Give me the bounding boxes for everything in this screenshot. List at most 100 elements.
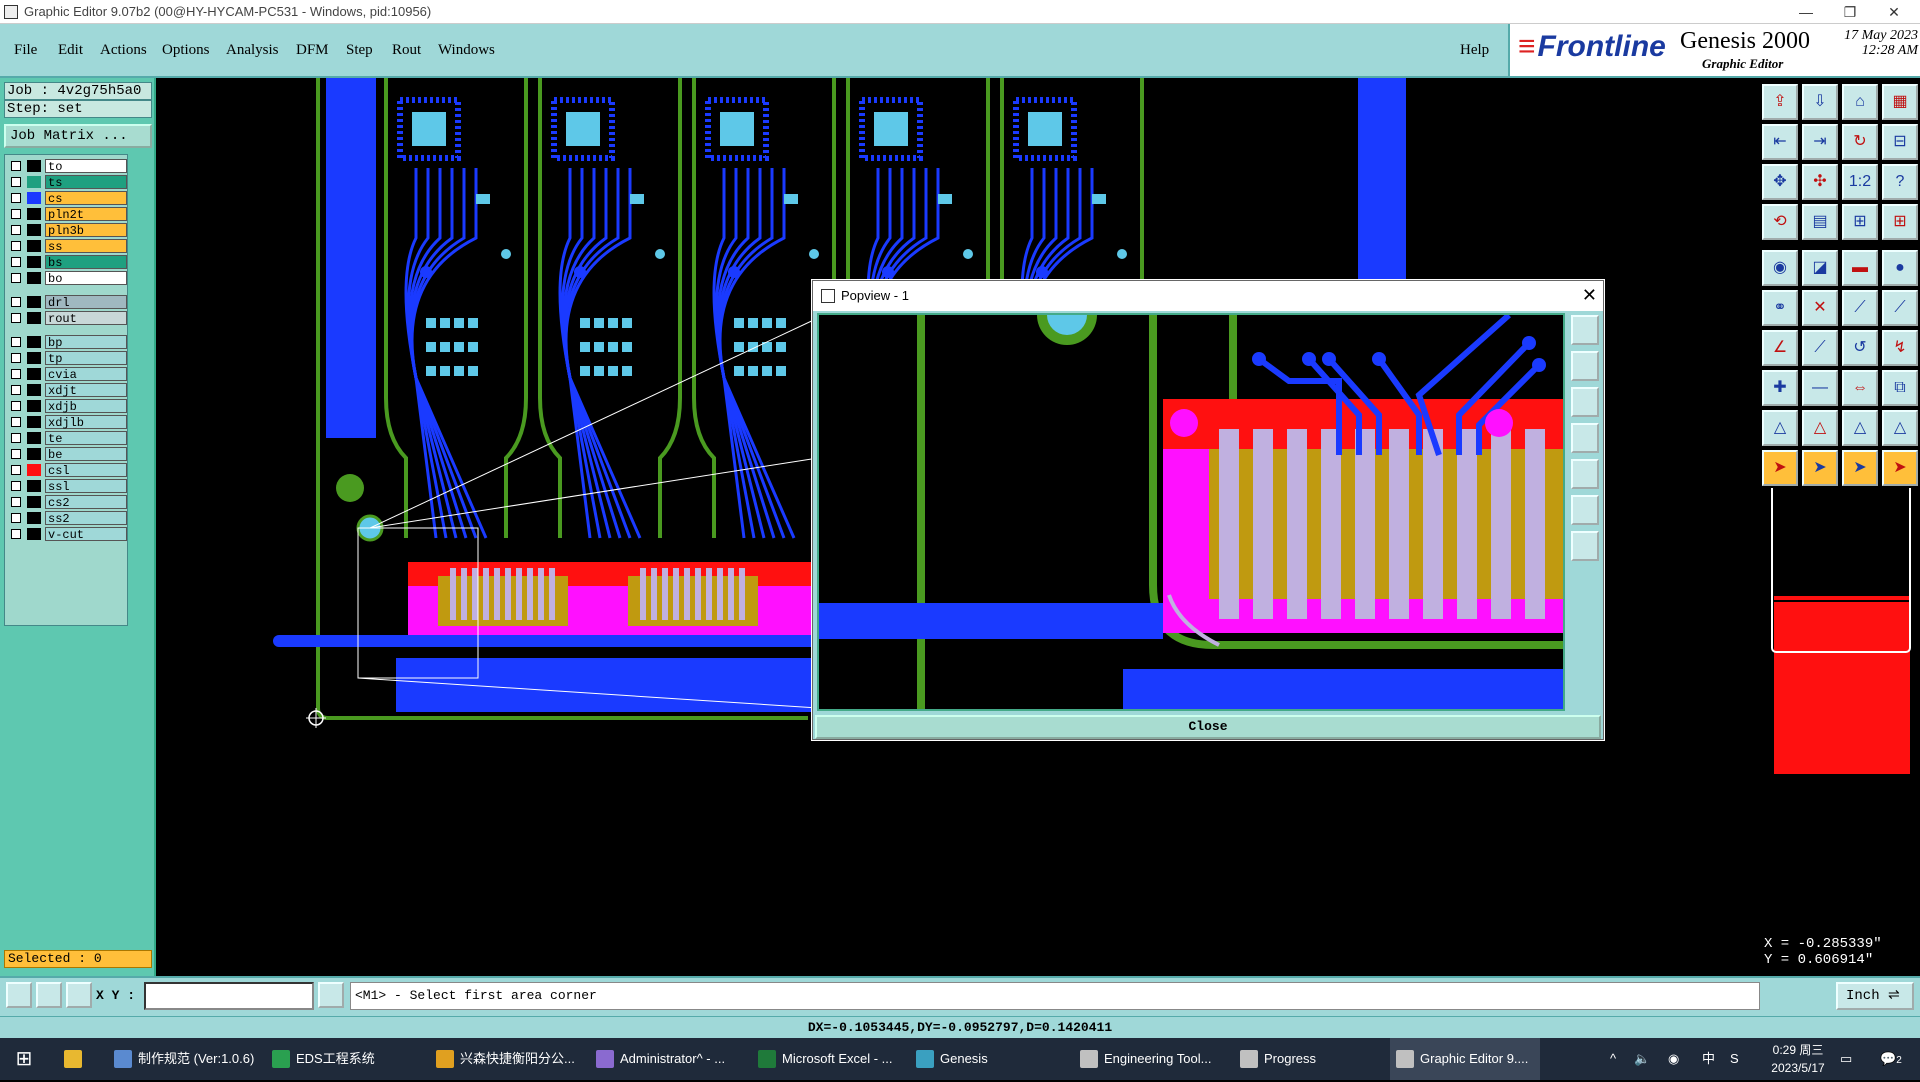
overview-map[interactable] — [1760, 479, 1920, 928]
tray-chevron-icon[interactable]: ^ — [1610, 1038, 1616, 1080]
tray-app-icon[interactable]: ◉ — [1668, 1038, 1679, 1080]
layer-name[interactable]: cvia — [45, 367, 127, 382]
layer-name[interactable]: ss — [45, 239, 127, 254]
split-view-icon[interactable]: ▦ — [1882, 84, 1918, 120]
menu-windows[interactable]: Windows — [438, 42, 495, 59]
taskbar-item[interactable]: Administrator^ - ... — [590, 1038, 744, 1080]
layer-color-swatch[interactable] — [27, 448, 41, 460]
layer-name[interactable]: csl — [45, 463, 127, 478]
layer-color-swatch[interactable] — [27, 256, 41, 268]
step-up-icon[interactable]: ⇪ — [1762, 84, 1798, 120]
layer-name[interactable]: bs — [45, 255, 127, 270]
line-red-icon[interactable]: ⟋ — [1842, 290, 1878, 326]
layer-row[interactable]: pln2t — [9, 207, 127, 222]
layer-row[interactable]: to — [9, 159, 127, 174]
triangle-4-icon[interactable]: △ — [1882, 410, 1918, 446]
layer-checkbox[interactable] — [11, 241, 21, 251]
volume-icon[interactable]: 🔈 — [1634, 1038, 1650, 1080]
layer-checkbox[interactable] — [11, 513, 21, 523]
cross-icon[interactable]: ✕ — [1802, 290, 1838, 326]
layer-checkbox[interactable] — [11, 369, 21, 379]
layer-checkbox[interactable] — [11, 297, 21, 307]
layer-name[interactable]: pln3b — [45, 223, 127, 238]
zoom-next-icon[interactable]: ⇥ — [1802, 124, 1838, 160]
grid-icon[interactable]: ▤ — [1802, 204, 1838, 240]
layer-row[interactable]: bo — [9, 271, 127, 286]
fill-circle-icon[interactable]: ● — [1882, 250, 1918, 286]
layer-color-swatch[interactable] — [27, 496, 41, 508]
pointer-3-icon[interactable]: ➤ — [1842, 450, 1878, 486]
copy-icon[interactable]: ⧉ — [1882, 370, 1918, 406]
layer-checkbox[interactable] — [11, 497, 21, 507]
layout-icon[interactable]: ⊟ — [1882, 124, 1918, 160]
layer-row[interactable]: te — [9, 431, 127, 446]
layer-row[interactable]: cs — [9, 191, 127, 206]
layer-color-swatch[interactable] — [27, 160, 41, 172]
start-icon[interactable]: ⊞ — [0, 1038, 48, 1080]
system-clock[interactable]: 0:29 周三 2023/5/17 — [1758, 1041, 1838, 1077]
menu-actions[interactable]: Actions — [100, 42, 147, 59]
layer-name[interactable]: drl — [45, 295, 127, 310]
layer-row[interactable]: rout — [9, 311, 127, 326]
sogou-icon[interactable]: S — [1730, 1038, 1739, 1080]
layer-checkbox[interactable] — [11, 465, 21, 475]
units-toggle[interactable]: Inch ⇌ — [1836, 982, 1914, 1010]
layer-color-swatch[interactable] — [27, 464, 41, 476]
file-explorer-icon[interactable] — [56, 1038, 96, 1080]
pad-add-icon[interactable]: ✚ — [1762, 370, 1798, 406]
layer-color-swatch[interactable] — [27, 208, 41, 220]
layer-name[interactable]: ssl — [45, 479, 127, 494]
diag-icon[interactable]: ⟋ — [1802, 330, 1838, 366]
layer-checkbox[interactable] — [11, 337, 21, 347]
menu-analysis[interactable]: Analysis — [226, 42, 279, 59]
arc-icon[interactable]: ↺ — [1842, 330, 1878, 366]
layer-checkbox[interactable] — [11, 449, 21, 459]
pointer-2-icon[interactable]: ➤ — [1802, 450, 1838, 486]
popview-pan-left-button[interactable] — [1571, 423, 1599, 453]
layer-name[interactable]: be — [45, 447, 127, 462]
query-icon[interactable]: ? — [1882, 164, 1918, 200]
taskbar-item[interactable]: Progress — [1234, 1038, 1382, 1080]
zoom-fit-icon[interactable]: ✥ — [1762, 164, 1798, 200]
layer-name[interactable]: xdjb — [45, 399, 127, 414]
menu-step[interactable]: Step — [346, 42, 373, 59]
xy-input[interactable] — [144, 982, 314, 1010]
layer-row[interactable]: cs2 — [9, 495, 127, 510]
layer-checkbox[interactable] — [11, 209, 21, 219]
layer-checkbox[interactable] — [11, 161, 21, 171]
layer-color-swatch[interactable] — [27, 432, 41, 444]
layer-checkbox[interactable] — [11, 225, 21, 235]
menu-help[interactable]: Help — [1460, 42, 1489, 59]
popview-close-button[interactable]: Close — [815, 715, 1601, 739]
layer-checkbox[interactable] — [11, 273, 21, 283]
delete-line-icon[interactable]: — — [1802, 370, 1838, 406]
pointer-4-icon[interactable]: ➤ — [1882, 450, 1918, 486]
layer-color-swatch[interactable] — [27, 480, 41, 492]
popview-pan-up-button[interactable] — [1571, 351, 1599, 381]
graphic-canvas[interactable]: Popview - 1 ✕ Close — [158, 78, 1758, 976]
layer-checkbox[interactable] — [11, 177, 21, 187]
window-close-button[interactable]: ✕ — [1872, 0, 1916, 24]
layer-checkbox[interactable] — [11, 529, 21, 539]
measure-icon[interactable] — [36, 982, 62, 1008]
menu-dfm[interactable]: DFM — [296, 42, 329, 59]
popview-pan-right-button[interactable] — [1571, 459, 1599, 489]
popview-zoom-out-button[interactable] — [1571, 531, 1599, 561]
layer-row[interactable]: be — [9, 447, 127, 462]
edit-shape-icon[interactable]: ◪ — [1802, 250, 1838, 286]
text-cursor-icon[interactable] — [318, 982, 344, 1008]
red-2-icon[interactable]: ⊞ — [1882, 204, 1918, 240]
popview-canvas[interactable] — [817, 313, 1565, 711]
popview-close-icon[interactable]: ✕ — [1582, 281, 1597, 309]
layer-color-swatch[interactable] — [27, 224, 41, 236]
layer-row[interactable]: bs — [9, 255, 127, 270]
layer-row[interactable]: ssl — [9, 479, 127, 494]
menu-options[interactable]: Options — [162, 42, 210, 59]
layer-name[interactable]: cs — [45, 191, 127, 206]
layer-checkbox[interactable] — [11, 401, 21, 411]
layer-color-swatch[interactable] — [27, 528, 41, 540]
popview-zoom-in-button[interactable] — [1571, 495, 1599, 525]
layer-color-swatch[interactable] — [27, 312, 41, 324]
layer-name[interactable]: ss2 — [45, 511, 127, 526]
layer-name[interactable]: xdjlb — [45, 415, 127, 430]
